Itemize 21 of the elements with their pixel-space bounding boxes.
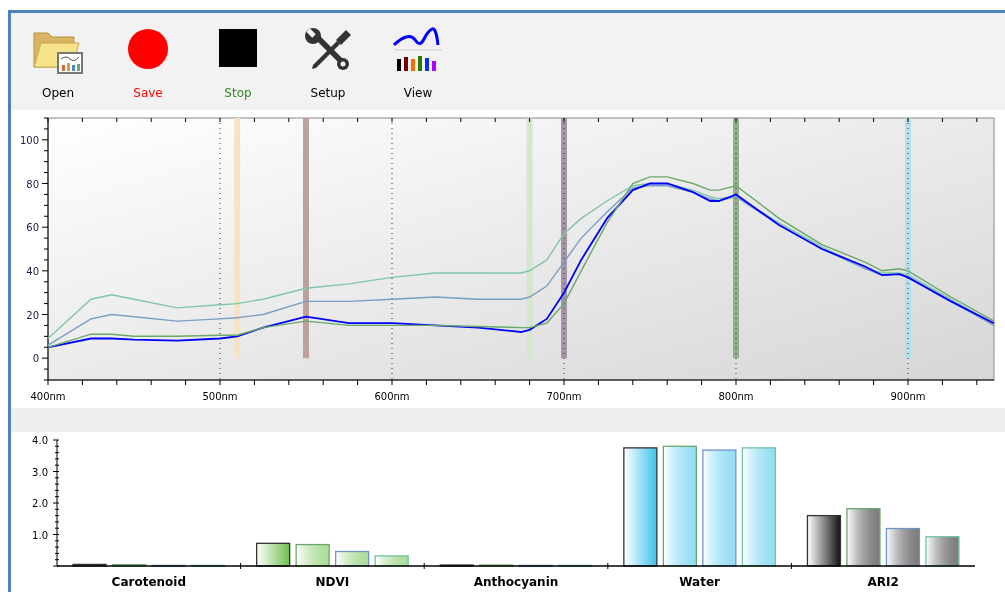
y-tick-label: 3.0	[32, 466, 48, 478]
y-tick-label: 2.0	[32, 498, 48, 509]
category-label: Water	[679, 575, 720, 589]
x-tick-label: 600nm	[374, 391, 410, 402]
x-tick-label: 900nm	[890, 391, 926, 402]
category-label: Anthocyanin	[473, 575, 559, 589]
y-tick-label: 20	[26, 309, 39, 321]
x-tick-label: 400nm	[30, 391, 66, 402]
x-tick-label: 800nm	[718, 391, 754, 402]
y-tick-label: 100	[19, 134, 39, 146]
x-tick-label: 500nm	[202, 391, 238, 402]
x-tick-label: 700nm	[546, 391, 582, 402]
y-tick-label: 80	[26, 178, 39, 190]
y-tick-label: 60	[26, 222, 39, 234]
category-label: Carotenoid	[111, 575, 186, 589]
y-tick-label: 0	[32, 353, 39, 365]
category-label: NDVI	[315, 575, 350, 589]
y-tick-label: 4.0	[32, 435, 48, 446]
y-tick-label: 40	[26, 265, 39, 277]
category-label: ARI2	[867, 575, 899, 589]
y-tick-label: 1.0	[32, 529, 48, 541]
